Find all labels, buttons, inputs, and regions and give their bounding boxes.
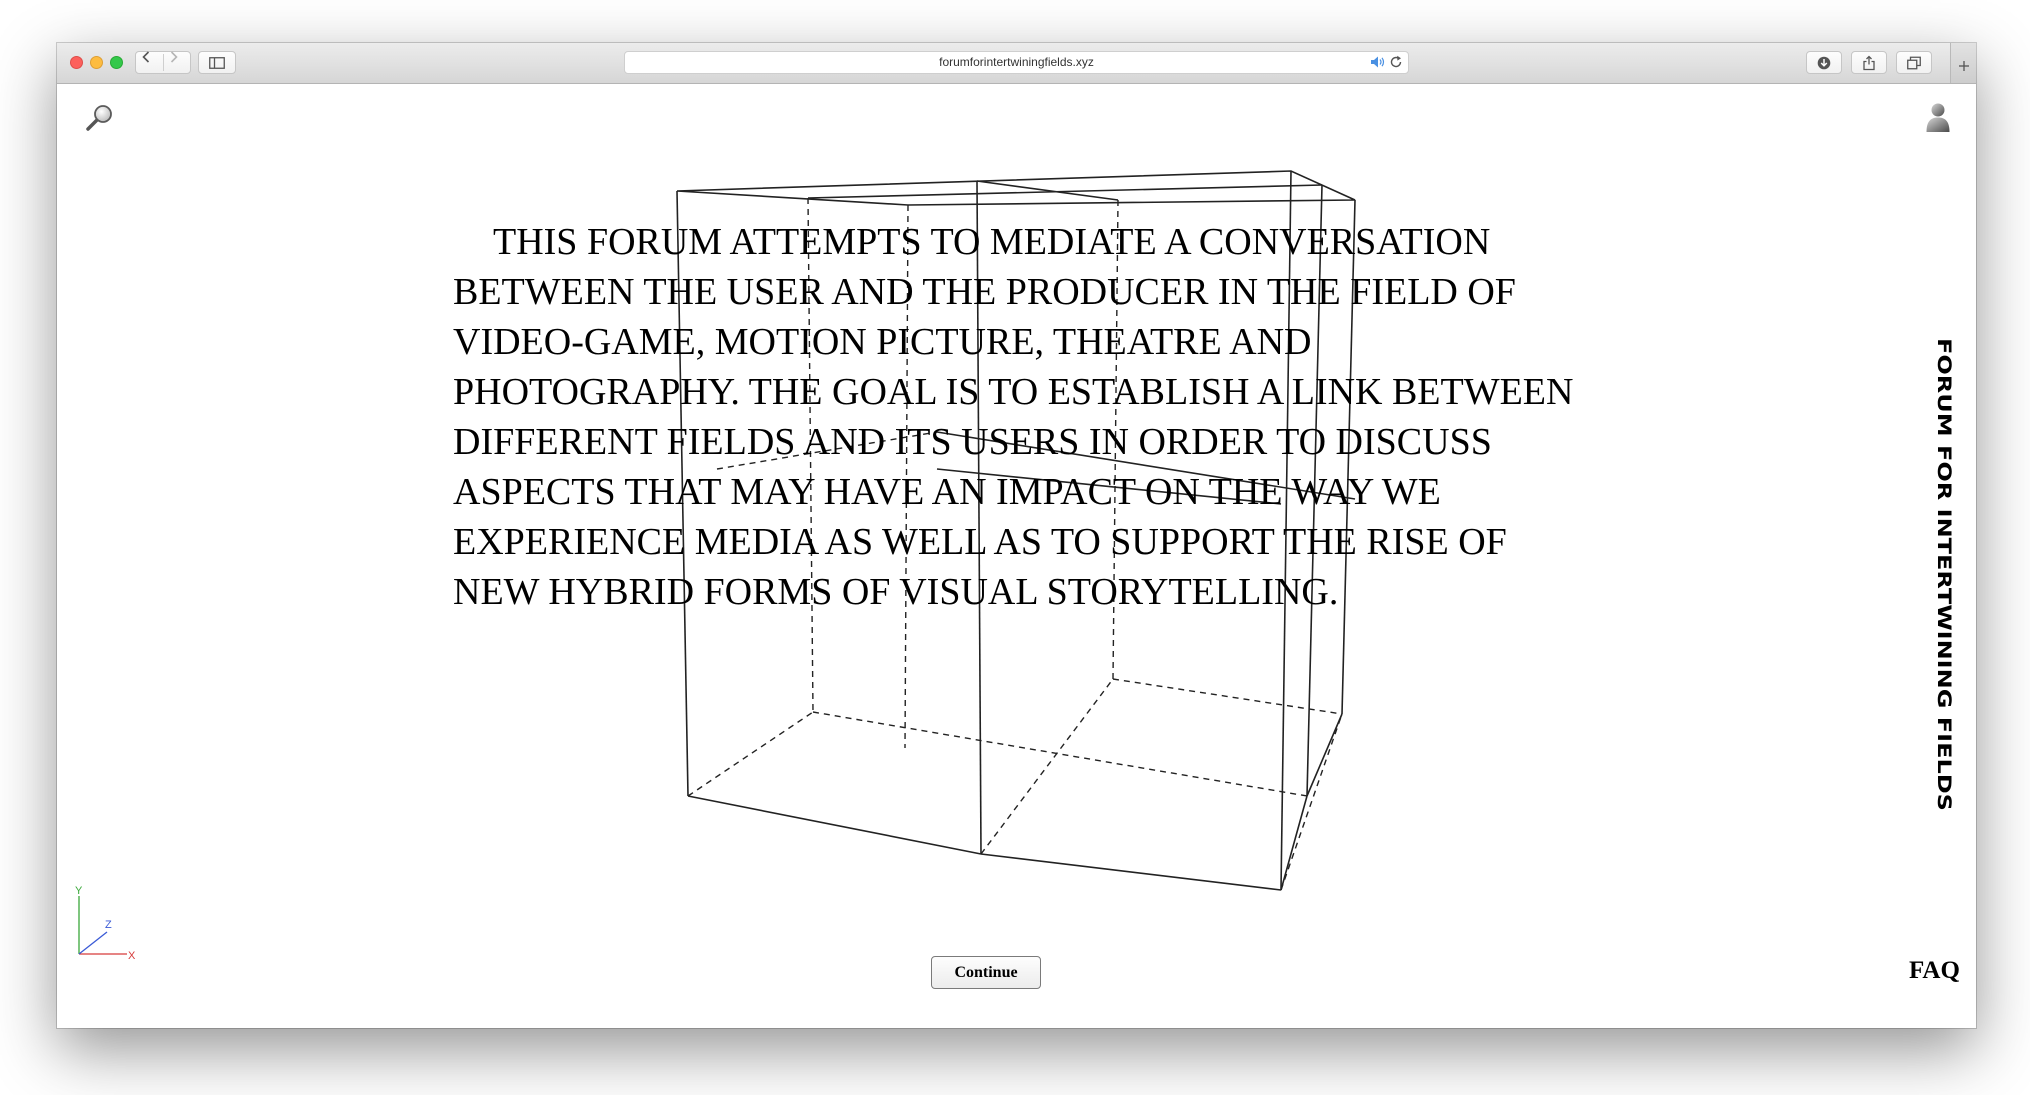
intro-paragraph: THIS FORUM ATTEMPTS TO MEDIATE A CONVERS…	[453, 221, 1583, 613]
browser-window: forumforintertwiningfields.xyz THIS FORU…	[57, 43, 1976, 1028]
desktop: forumforintertwiningfields.xyz THIS FORU…	[0, 0, 2030, 1095]
axis-label-z: Z	[105, 919, 112, 931]
back-button[interactable]	[136, 51, 163, 73]
site-title-vertical: FORUM FOR INTERTWINING FIELDS	[1933, 338, 1955, 811]
share-icon	[1863, 55, 1875, 70]
share-button[interactable]	[1851, 51, 1887, 74]
axis-gizmo-icon: Y Z X	[75, 886, 136, 962]
sidebar-toggle-button[interactable]	[198, 51, 236, 74]
zoom-window-button[interactable]	[110, 56, 123, 69]
speaker-icon[interactable]	[1370, 55, 1386, 69]
minimize-window-button[interactable]	[90, 56, 103, 69]
tabs-overview-icon	[1907, 56, 1921, 69]
navigation-buttons	[135, 51, 191, 74]
plus-icon	[1959, 61, 1969, 72]
chevron-left-icon	[142, 51, 150, 63]
continue-button[interactable]: Continue	[931, 956, 1041, 989]
axis-label-x: X	[128, 950, 136, 962]
browser-toolbar: forumforintertwiningfields.xyz	[57, 43, 1976, 84]
download-icon	[1817, 56, 1831, 69]
page-content: THIS FORUM ATTEMPTS TO MEDIATE A CONVERS…	[57, 84, 1976, 1028]
new-tab-button[interactable]	[1950, 43, 1976, 83]
tab-overview-button[interactable]	[1896, 51, 1932, 74]
sidebar-icon	[209, 56, 225, 69]
close-window-button[interactable]	[70, 56, 83, 69]
url-text[interactable]: forumforintertwiningfields.xyz	[625, 52, 1408, 73]
chevron-right-icon	[170, 51, 178, 63]
user-icon[interactable]	[1925, 101, 1951, 133]
magnifier-icon[interactable]	[84, 103, 114, 133]
downloads-button[interactable]	[1806, 51, 1842, 74]
axis-label-y: Y	[75, 886, 83, 897]
forward-button[interactable]	[164, 51, 191, 73]
faq-link[interactable]: FAQ	[1909, 956, 1960, 986]
address-bar[interactable]: forumforintertwiningfields.xyz	[624, 51, 1409, 74]
reload-icon[interactable]	[1389, 55, 1403, 69]
